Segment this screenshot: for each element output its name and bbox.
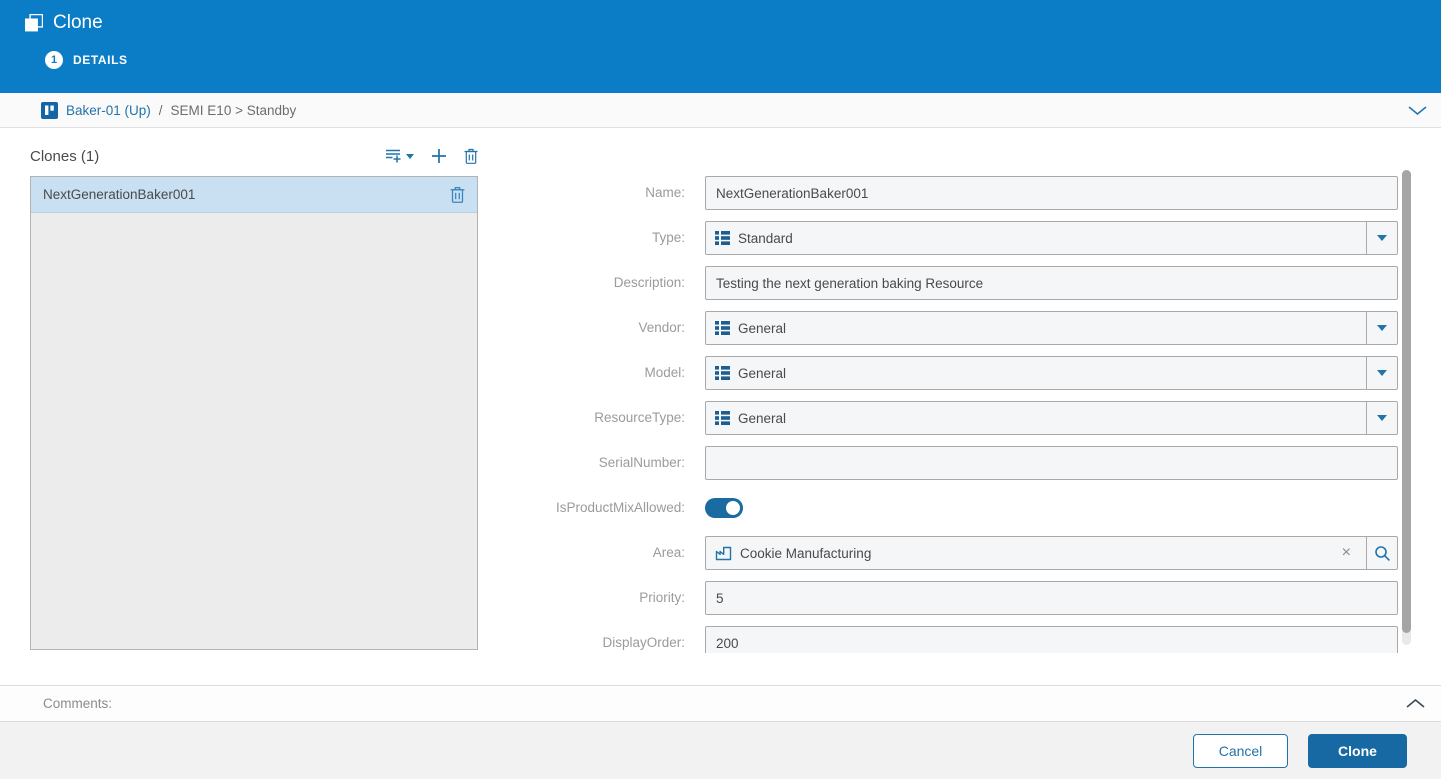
clones-column: Clones (1) NextGenerationBaker001 [30, 128, 478, 650]
page-title: Clone [53, 12, 103, 33]
vendor-value: General [738, 320, 787, 336]
comments-section: Comments: [0, 685, 1441, 722]
clone-list-item[interactable]: NextGenerationBaker001 [31, 177, 477, 213]
displayorder-label: DisplayOrder: [602, 635, 685, 650]
enum-list-icon [715, 411, 730, 425]
header-collapse-chevron-down-icon[interactable] [1408, 105, 1427, 115]
add-clone-button[interactable] [431, 148, 447, 164]
name-label: Name: [645, 185, 685, 200]
breadcrumb-entity-link[interactable]: Baker-01 (Up) [66, 103, 151, 118]
wizard-footer: Cancel Clone [0, 722, 1441, 779]
type-label: Type: [651, 230, 685, 245]
resourcetype-dropdown[interactable]: General [705, 401, 1398, 435]
step-details[interactable]: 1 DETAILS [45, 51, 128, 69]
clone-item-name: NextGenerationBaker001 [43, 187, 196, 202]
area-label: Area: [652, 545, 685, 560]
priority-label: Priority: [639, 590, 685, 605]
cancel-button[interactable]: Cancel [1193, 733, 1288, 768]
caret-down-icon [1377, 415, 1387, 421]
type-dropdown-button[interactable] [1366, 222, 1397, 254]
clear-icon[interactable]: × [1336, 545, 1357, 561]
enum-list-icon [715, 321, 730, 335]
resourcetype-dropdown-button[interactable] [1366, 402, 1397, 434]
model-value: General [738, 365, 787, 381]
enum-list-icon [715, 366, 730, 380]
clone-form: Name: Type: Standard [490, 176, 1398, 653]
area-value: Cookie Manufacturing [740, 545, 872, 561]
vendor-dropdown[interactable]: General [705, 311, 1398, 345]
enum-list-icon [715, 231, 730, 245]
form-scrollbar[interactable] [1402, 170, 1411, 645]
factory-icon [715, 546, 732, 561]
step-number-badge: 1 [45, 51, 63, 69]
breadcrumb: Baker-01 (Up) / SEMI E10 > Standby [0, 93, 1441, 128]
delete-clones-button[interactable] [464, 148, 478, 164]
caret-down-icon [1377, 325, 1387, 331]
caret-down-icon [1377, 370, 1387, 376]
area-picker[interactable]: Cookie Manufacturing × [705, 536, 1398, 570]
priority-input[interactable] [705, 581, 1398, 615]
add-multiple-clones-button[interactable] [385, 148, 414, 164]
clone-icon [25, 14, 43, 32]
clones-toolbar [385, 148, 478, 164]
isproductmixallowed-label: IsProductMixAllowed: [555, 500, 685, 515]
description-input[interactable] [705, 266, 1398, 300]
clone-details-panel: Clones (1) NextGenerationBaker001 Name: … [0, 128, 1441, 653]
wizard-header: Clone 1 DETAILS [0, 0, 1441, 93]
displayorder-input[interactable] [705, 626, 1398, 653]
breadcrumb-status: SEMI E10 > Standby [170, 102, 297, 118]
vendor-label: Vendor: [638, 320, 685, 335]
description-label: Description: [613, 275, 685, 290]
type-dropdown[interactable]: Standard [705, 221, 1398, 255]
form-scrollbar-thumb[interactable] [1402, 170, 1411, 633]
step-label: DETAILS [73, 53, 128, 67]
resource-entity-icon [41, 101, 58, 119]
caret-down-icon [1377, 235, 1387, 241]
search-icon [1374, 545, 1390, 561]
wizard-steps: 1 DETAILS [45, 50, 1441, 69]
delete-clone-item-button[interactable] [450, 186, 465, 203]
model-label: Model: [644, 365, 685, 380]
caret-down-icon [406, 153, 414, 159]
clones-list: NextGenerationBaker001 [30, 176, 478, 650]
name-input[interactable] [705, 176, 1398, 210]
area-search-button[interactable] [1366, 537, 1397, 569]
serialnumber-input[interactable] [705, 446, 1398, 480]
toggle-knob [726, 501, 740, 515]
content-bottom-spacer [0, 653, 1441, 685]
breadcrumb-separator: / [158, 102, 163, 118]
serialnumber-label: SerialNumber: [598, 455, 685, 470]
vendor-dropdown-button[interactable] [1366, 312, 1397, 344]
type-value: Standard [738, 230, 793, 246]
resourcetype-value: General [738, 410, 787, 426]
model-dropdown-button[interactable] [1366, 357, 1397, 389]
isproductmixallowed-toggle[interactable] [705, 498, 743, 518]
comments-collapse-chevron-up-icon[interactable] [1406, 699, 1425, 708]
clones-panel-title: Clones (1) [30, 147, 100, 165]
comments-label: Comments: [43, 696, 113, 711]
resourcetype-label: ResourceType: [594, 410, 685, 425]
clone-button[interactable]: Clone [1308, 733, 1407, 768]
model-dropdown[interactable]: General [705, 356, 1398, 390]
